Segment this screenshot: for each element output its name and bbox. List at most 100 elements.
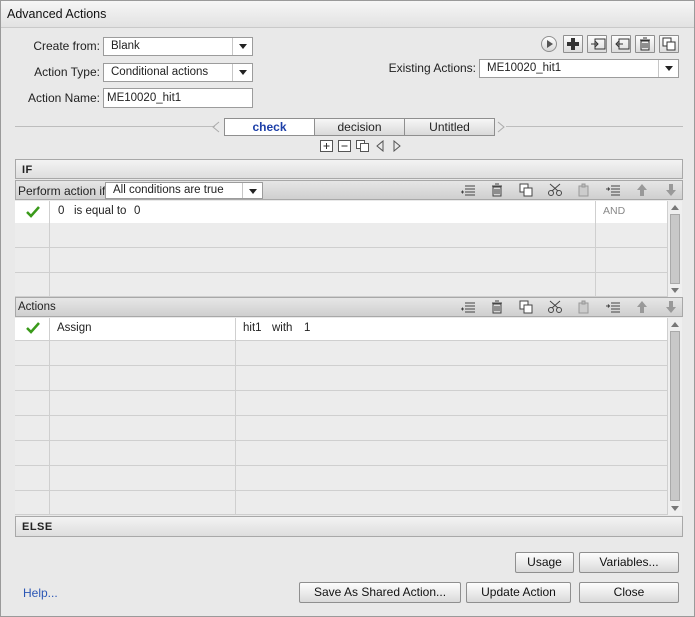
move-down-icon[interactable] — [663, 183, 679, 197]
tab-decision[interactable]: decision — [314, 118, 405, 136]
import-icon[interactable] — [587, 35, 607, 53]
else-header[interactable]: ELSE — [15, 516, 683, 537]
action-params[interactable]: hit1 with 1 — [236, 318, 667, 340]
action-target: hit1 — [243, 322, 262, 334]
copy-decision-icon[interactable] — [356, 140, 369, 152]
actions-header-label: Actions — [18, 301, 56, 313]
save-shared-action-button[interactable]: Save As Shared Action... — [299, 582, 461, 603]
action-row[interactable] — [15, 491, 667, 515]
existing-actions-select[interactable]: ME10020_hit1 — [479, 59, 679, 78]
export-icon[interactable] — [611, 35, 631, 53]
delete-row-icon[interactable] — [489, 300, 505, 314]
scroll-left-icon[interactable] — [210, 120, 222, 134]
close-button[interactable]: Close — [579, 582, 679, 603]
tab-untitled[interactable]: Untitled — [404, 118, 495, 136]
paste-row-icon[interactable] — [576, 300, 592, 314]
if-header-label: IF — [22, 164, 33, 176]
perform-action-select[interactable]: All conditions are true — [105, 182, 263, 199]
delete-icon[interactable] — [635, 35, 655, 53]
insert-row-icon[interactable] — [460, 300, 476, 314]
insert-row-icon[interactable] — [460, 183, 476, 197]
insert-above-icon[interactable] — [605, 300, 621, 314]
advanced-actions-dialog: Advanced Actions Create from: Blank Acti… — [0, 0, 695, 617]
condition-operator: is equal to — [74, 205, 127, 217]
chevron-down-icon — [232, 38, 252, 55]
insert-above-icon[interactable] — [605, 183, 621, 197]
perform-action-label: Perform action if: — [18, 184, 109, 198]
create-from-label: Create from: — [33, 39, 100, 53]
action-command[interactable]: Assign — [50, 318, 236, 340]
create-from-select[interactable]: Blank — [103, 37, 253, 56]
action-value: 1 — [304, 322, 311, 334]
move-up-icon[interactable] — [634, 300, 650, 314]
existing-actions-label: Existing Actions: — [388, 61, 476, 75]
conditions-scrollbar[interactable] — [667, 201, 682, 297]
scroll-up-icon[interactable] — [668, 318, 682, 331]
action-name-label: Action Name: — [27, 91, 100, 105]
update-action-button[interactable]: Update Action — [466, 582, 571, 603]
create-from-value: Blank — [111, 40, 140, 52]
preview-icon[interactable] — [541, 36, 557, 52]
actions-toolbar: Actions — [15, 297, 683, 317]
cut-row-icon[interactable] — [547, 300, 563, 314]
checkmark-icon[interactable] — [26, 206, 40, 218]
copy-row-icon[interactable] — [518, 183, 534, 197]
divider — [506, 126, 683, 127]
action-row[interactable] — [15, 441, 667, 466]
condition-row[interactable] — [15, 273, 667, 297]
usage-button[interactable]: Usage — [515, 552, 574, 573]
scroll-down-icon[interactable] — [668, 502, 682, 515]
help-link[interactable]: Help... — [23, 586, 58, 600]
action-name-input[interactable] — [103, 88, 253, 108]
duplicate-icon[interactable] — [659, 35, 679, 53]
scroll-right-icon[interactable] — [495, 120, 507, 134]
chevron-down-icon — [242, 183, 262, 198]
move-left-icon[interactable] — [374, 140, 387, 152]
action-row[interactable] — [15, 341, 667, 366]
move-right-icon[interactable] — [390, 140, 403, 152]
variables-button[interactable]: Variables... — [579, 552, 679, 573]
chevron-down-icon — [232, 64, 252, 81]
action-type-value: Conditional actions — [111, 66, 209, 78]
divider — [15, 126, 215, 127]
checkmark-icon[interactable] — [26, 322, 40, 334]
action-row[interactable] — [15, 416, 667, 441]
action-type-select[interactable]: Conditional actions — [103, 63, 253, 82]
condition-row[interactable] — [15, 223, 667, 248]
window-title: Advanced Actions — [7, 7, 107, 21]
condition-logic[interactable]: AND — [596, 201, 667, 225]
add-decision-icon[interactable] — [320, 140, 333, 152]
move-down-icon[interactable] — [663, 300, 679, 314]
tab-check[interactable]: check — [224, 118, 315, 136]
logic-value: AND — [603, 205, 626, 217]
existing-actions-value: ME10020_hit1 — [487, 62, 562, 74]
condition-row[interactable] — [15, 248, 667, 273]
scroll-up-icon[interactable] — [668, 201, 682, 214]
condition-left: 0 — [58, 205, 65, 217]
title-bar: Advanced Actions — [1, 1, 694, 28]
action-row[interactable] — [15, 366, 667, 391]
scroll-down-icon[interactable] — [668, 284, 682, 297]
condition-expression[interactable]: 0 is equal to 0 — [50, 201, 596, 225]
chevron-down-icon — [658, 60, 678, 77]
action-row[interactable] — [15, 391, 667, 416]
action-with-label: with — [272, 322, 293, 334]
conditions-toolbar: Perform action if: All conditions are tr… — [15, 180, 683, 200]
if-header: IF — [15, 159, 683, 179]
perform-action-value: All conditions are true — [113, 184, 224, 196]
delete-row-icon[interactable] — [489, 183, 505, 197]
scroll-thumb[interactable] — [670, 214, 680, 284]
action-row[interactable] — [15, 466, 667, 491]
else-header-label: ELSE — [22, 521, 53, 533]
paste-row-icon[interactable] — [576, 183, 592, 197]
action-command-value: Assign — [57, 322, 92, 334]
move-up-icon[interactable] — [634, 183, 650, 197]
add-icon[interactable] — [563, 35, 583, 53]
cut-row-icon[interactable] — [547, 183, 563, 197]
copy-row-icon[interactable] — [518, 300, 534, 314]
action-row[interactable]: Assign hit1 with 1 — [15, 318, 667, 341]
remove-decision-icon[interactable] — [338, 140, 351, 152]
condition-right: 0 — [134, 205, 141, 217]
scroll-thumb[interactable] — [670, 331, 680, 501]
actions-scrollbar[interactable] — [667, 318, 682, 515]
